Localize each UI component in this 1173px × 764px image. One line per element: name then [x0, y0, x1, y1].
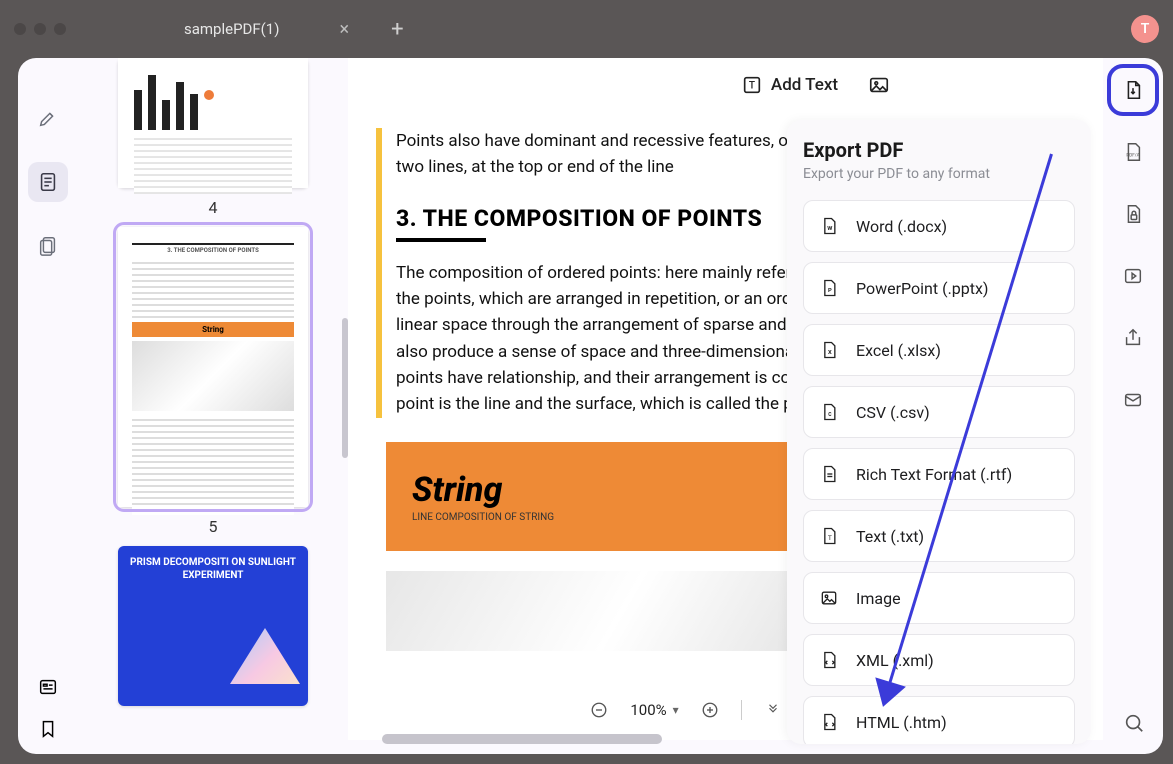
zoom-level[interactable]: 100%▾ — [630, 701, 678, 719]
new-tab-button[interactable]: + — [391, 17, 403, 42]
export-pdf-panel: Export PDF Export your PDF to any format… — [787, 120, 1091, 744]
left-toolbar-bottom — [18, 676, 78, 740]
thumbnails-tool[interactable] — [28, 162, 68, 202]
option-label: XML (.xml) — [856, 651, 934, 670]
export-option-powerpoint[interactable]: P PowerPoint (.pptx) — [803, 262, 1075, 314]
thumbnail-panel: 4 3. THE COMPOSITION OF POINTS String 5 … — [78, 58, 348, 754]
zoom-in-button[interactable] — [695, 695, 725, 725]
pages-tool[interactable] — [28, 226, 68, 266]
thumbnail-number: 4 — [118, 198, 308, 217]
svg-text:T: T — [828, 534, 832, 542]
word-icon: W — [818, 215, 840, 237]
svg-text:W: W — [827, 226, 832, 232]
svg-text:X: X — [828, 350, 832, 356]
option-label: PowerPoint (.pptx) — [856, 279, 989, 298]
highlighter-tool[interactable] — [28, 98, 68, 138]
window-controls — [14, 23, 66, 35]
slideshow-button[interactable] — [1115, 258, 1151, 294]
svg-text:PDF/A: PDF/A — [1126, 153, 1139, 159]
export-option-image[interactable]: Image — [803, 572, 1075, 624]
option-label: Rich Text Format (.rtf) — [856, 465, 1012, 484]
heading-rule — [396, 238, 486, 242]
form-tool[interactable] — [37, 676, 59, 698]
thumbnail-page-4[interactable] — [118, 58, 308, 188]
thumbnail-page-5[interactable]: 3. THE COMPOSITION OF POINTS String — [118, 227, 308, 507]
export-option-excel[interactable]: X Excel (.xlsx) — [803, 324, 1075, 376]
export-option-rtf[interactable]: Rich Text Format (.rtf) — [803, 448, 1075, 500]
app-window: 4 3. THE COMPOSITION OF POINTS String 5 … — [18, 58, 1163, 754]
tab-title: samplePDF(1) — [184, 20, 279, 38]
zoom-out-button[interactable] — [584, 695, 614, 725]
search-button[interactable] — [1123, 712, 1145, 734]
close-window[interactable] — [14, 23, 26, 35]
html-icon — [818, 711, 840, 733]
export-option-text[interactable]: T Text (.txt) — [803, 510, 1075, 562]
bookmark-tool[interactable] — [37, 718, 59, 740]
csv-icon: C — [818, 401, 840, 423]
export-option-csv[interactable]: C CSV (.csv) — [803, 386, 1075, 438]
svg-text:C: C — [828, 412, 832, 418]
share-button[interactable] — [1115, 320, 1151, 356]
left-toolbar — [18, 58, 78, 754]
page-down-button[interactable] — [758, 695, 788, 725]
option-label: Text (.txt) — [856, 527, 924, 546]
pdfa-button[interactable]: PDF/A — [1115, 134, 1151, 170]
export-option-word[interactable]: W Word (.docx) — [803, 200, 1075, 252]
maximize-window[interactable] — [54, 23, 66, 35]
rtf-icon — [818, 463, 840, 485]
option-label: Excel (.xlsx) — [856, 341, 941, 360]
panel-title: Export PDF — [803, 138, 1075, 162]
thumbnail-page-6[interactable]: PRISM DECOMPOSITI ON SUNLIGHT EXPERIMENT — [118, 546, 308, 706]
minimize-window[interactable] — [34, 23, 46, 35]
document-tab[interactable]: samplePDF(1) × — [166, 9, 367, 50]
svg-text:P: P — [828, 288, 832, 294]
protect-button[interactable] — [1115, 196, 1151, 232]
export-pdf-button[interactable] — [1115, 72, 1151, 108]
powerpoint-icon: P — [818, 277, 840, 299]
export-option-html[interactable]: HTML (.htm) — [803, 696, 1075, 744]
user-avatar[interactable]: T — [1131, 15, 1159, 43]
option-label: Image — [856, 589, 901, 608]
image-icon — [818, 587, 840, 609]
option-label: Word (.docx) — [856, 217, 947, 236]
horizontal-scrollbar[interactable] — [382, 734, 662, 744]
xml-icon — [818, 649, 840, 671]
option-label: CSV (.csv) — [856, 403, 930, 422]
excel-icon: X — [818, 339, 840, 361]
right-toolbar: PDF/A — [1103, 58, 1163, 754]
panel-subtitle: Export your PDF to any format — [803, 166, 1075, 182]
email-button[interactable] — [1115, 382, 1151, 418]
text-icon: T — [818, 525, 840, 547]
option-label: HTML (.htm) — [856, 713, 947, 732]
thumbnail-number: 5 — [118, 517, 308, 536]
export-option-xml[interactable]: XML (.xml) — [803, 634, 1075, 686]
close-tab-icon[interactable]: × — [339, 19, 349, 40]
titlebar: samplePDF(1) × + T — [0, 0, 1173, 58]
